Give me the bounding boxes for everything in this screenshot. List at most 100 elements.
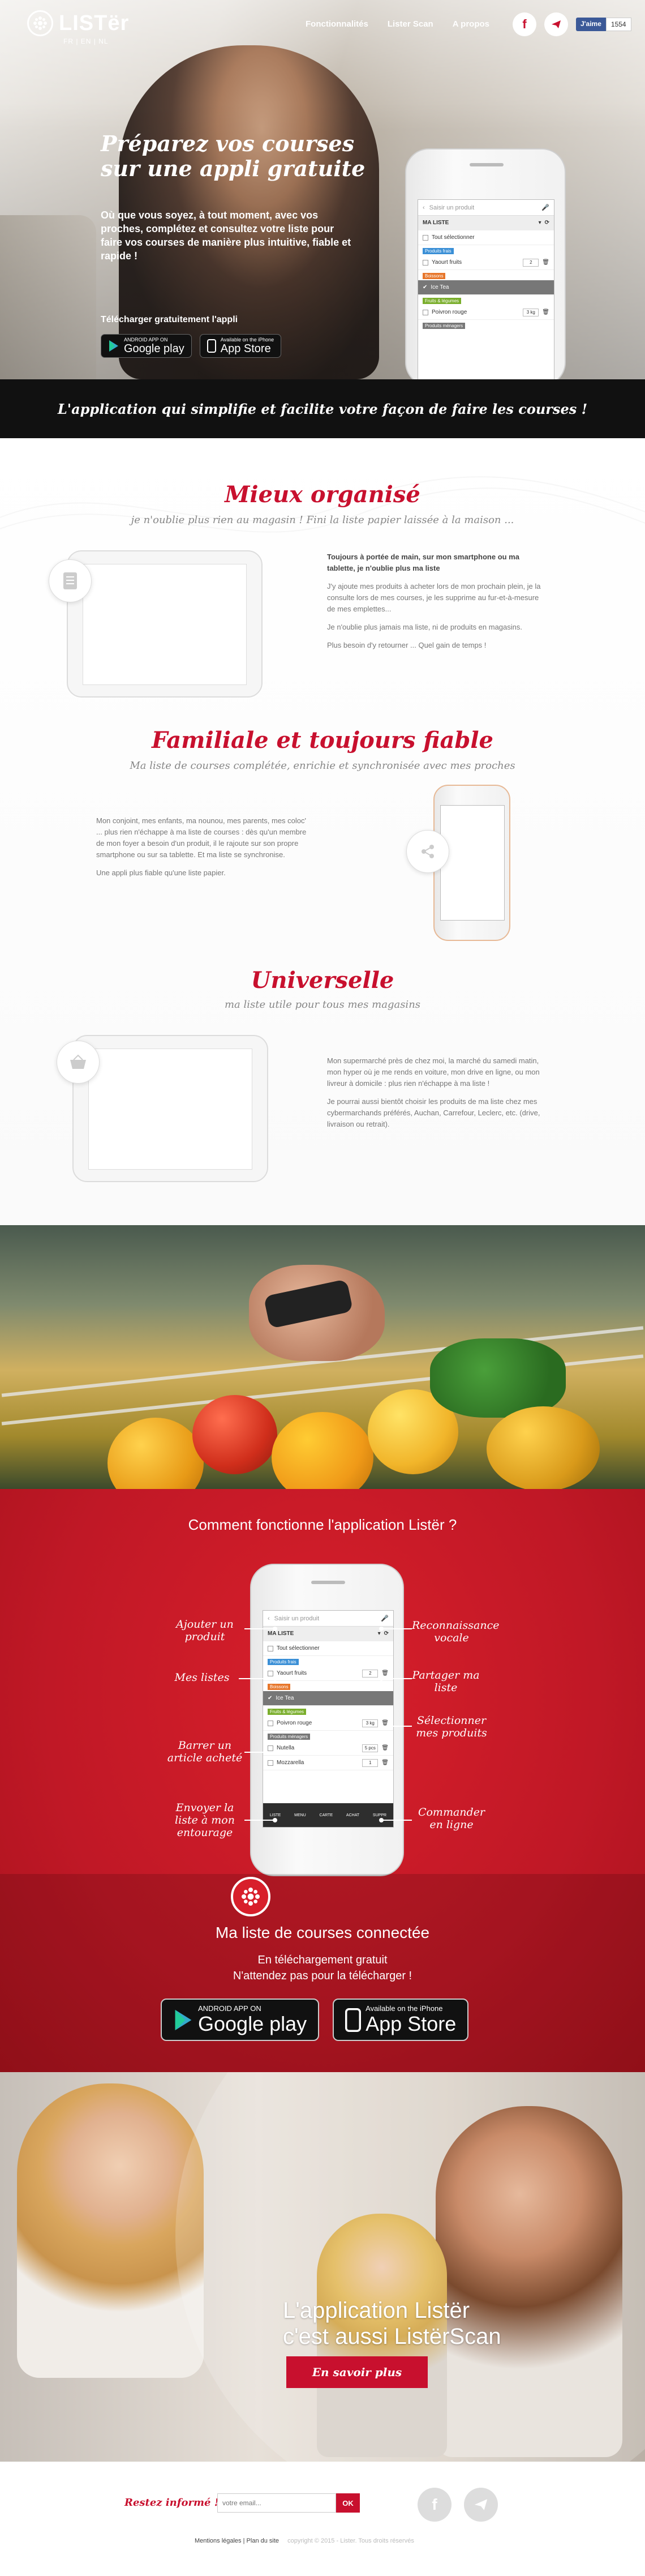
- logo[interactable]: LISTër: [27, 10, 129, 36]
- checkbox[interactable]: [423, 234, 428, 241]
- hero-section: LISTër FR | EN | NL Fonctionnalités List…: [0, 0, 645, 379]
- apple-big-text: App Store: [220, 343, 271, 355]
- category-cleaning: Produits ménagers: [423, 323, 466, 329]
- learn-more-button[interactable]: En savoir plus: [286, 2356, 428, 2388]
- nav-a-propos[interactable]: A propos: [453, 19, 489, 29]
- iphone-icon: [207, 339, 216, 353]
- footer: Restez informé ! OK f Mentions légales |…: [0, 2462, 645, 2556]
- microphone-icon[interactable]: 🎤: [541, 204, 549, 211]
- hero-app-screen: ‹ Saisir un produit 🎤 MA LISTE ▾ ⟳ Tout …: [418, 199, 554, 379]
- tab-carte[interactable]: CARTE: [320, 1813, 333, 1817]
- list-item[interactable]: Mozzarella 1 🗑: [263, 1756, 393, 1770]
- trash-icon[interactable]: 🗑: [381, 1760, 389, 1766]
- tab-suppr[interactable]: SUPPR: [373, 1813, 386, 1817]
- feature-title-organise: Mieux organisé: [225, 481, 420, 508]
- check-icon[interactable]: ✔: [268, 1695, 272, 1701]
- google-small-text: ANDROID APP ON: [198, 2004, 261, 2013]
- item-name: Mozzarella: [277, 1760, 304, 1766]
- list-item[interactable]: Poivron rouge 3 kg 🗑: [418, 305, 554, 320]
- trash-icon[interactable]: 🗑: [542, 309, 549, 315]
- feature-paragraph: J'y ajoute mes produits à acheter lors d…: [327, 582, 541, 613]
- nav-lister-scan[interactable]: Lister Scan: [388, 19, 433, 29]
- item-qty[interactable]: 3 kg: [523, 308, 539, 316]
- callout-barrer-article: Barrer un article acheté: [167, 1739, 243, 1764]
- item-qty[interactable]: 3 kg: [362, 1719, 379, 1727]
- list-item[interactable]: Yaourt fruits 2 🗑: [263, 1666, 393, 1681]
- google-play-button[interactable]: ANDROID APP ON Google play: [161, 1999, 320, 2041]
- callout-ajouter-produit: Ajouter un produit: [176, 1618, 234, 1643]
- item-qty[interactable]: 5 pcs: [362, 1744, 379, 1752]
- facebook-icon[interactable]: f: [418, 2488, 452, 2522]
- checkbox[interactable]: [268, 1760, 273, 1766]
- send-icon[interactable]: [464, 2488, 498, 2522]
- send-icon[interactable]: [544, 12, 568, 36]
- check-icon[interactable]: ✔: [423, 284, 427, 290]
- connected-sub-line: En téléchargement gratuit: [257, 1954, 388, 1966]
- connected-sub-line: N'attendez pas pour la télécharger !: [233, 1970, 412, 1982]
- newsletter-label: Restez informé !: [124, 2497, 219, 2509]
- newsletter-email-input[interactable]: [217, 2493, 336, 2513]
- trash-icon[interactable]: 🗑: [381, 1670, 389, 1676]
- logo-text: LISTër: [59, 11, 130, 35]
- google-play-button[interactable]: ANDROID APP ON Google play: [101, 334, 192, 358]
- app-list-selector[interactable]: MA LISTE ▾ ⟳: [263, 1627, 393, 1641]
- list-item[interactable]: ✔ Ice Tea: [418, 280, 554, 295]
- hero-text: Où que vous soyez, à tout moment, avec v…: [101, 209, 351, 262]
- list-item[interactable]: Yaourt fruits 2 🗑: [418, 255, 554, 270]
- feature-paragraph: Mon conjoint, mes enfants, ma nounou, me…: [96, 816, 307, 859]
- tab-menu[interactable]: MENU: [294, 1813, 306, 1817]
- newsletter-ok-button[interactable]: OK: [336, 2493, 360, 2513]
- sync-icon[interactable]: ⟳: [545, 220, 549, 226]
- app-search-bar[interactable]: ‹ Saisir un produit 🎤: [263, 1611, 393, 1627]
- item-qty[interactable]: 2: [362, 1669, 379, 1678]
- main-nav: Fonctionnalités Lister Scan A propos: [306, 19, 489, 29]
- category-fruits: Fruits & légumes: [423, 298, 462, 304]
- list-item[interactable]: Nutella 5 pcs 🗑: [263, 1741, 393, 1756]
- hero-title: Préparez vos courses sur une appli gratu…: [101, 131, 366, 181]
- listerscan-section: L'application Listër c'est aussi ListërS…: [0, 2072, 645, 2462]
- category-cleaning: Produits ménagers: [268, 1734, 311, 1740]
- facebook-icon[interactable]: f: [513, 12, 536, 36]
- tab-liste[interactable]: LISTE: [270, 1813, 281, 1817]
- list-item[interactable]: ✔ Ice Tea: [263, 1691, 393, 1706]
- nav-fonctionnalites[interactable]: Fonctionnalités: [306, 19, 368, 29]
- sitemap-link[interactable]: Plan du site: [247, 2538, 279, 2544]
- checkbox[interactable]: [268, 1670, 273, 1676]
- facebook-like-button[interactable]: J'aime 1554: [576, 18, 631, 31]
- select-all-row[interactable]: Tout sélectionner: [418, 230, 554, 245]
- language-switcher[interactable]: FR | EN | NL: [63, 37, 109, 45]
- legal-link[interactable]: Mentions légales: [195, 2538, 242, 2544]
- footer-links: Mentions légales | Plan du site copyrigh…: [195, 2538, 414, 2544]
- item-name: Ice Tea: [431, 284, 449, 290]
- checkbox[interactable]: [268, 1720, 273, 1726]
- item-qty[interactable]: 1: [362, 1758, 379, 1767]
- tablet-mockup: [72, 1035, 268, 1182]
- trash-icon[interactable]: 🗑: [381, 1745, 389, 1751]
- tab-achat[interactable]: ACHAT: [346, 1813, 359, 1817]
- checkbox[interactable]: [268, 1745, 273, 1751]
- app-search-bar[interactable]: ‹ Saisir un produit 🎤: [418, 200, 554, 216]
- app-list-name: MA LISTE: [268, 1631, 294, 1637]
- logo-mark-icon: [27, 10, 53, 36]
- app-store-button[interactable]: Available on the iPhone App Store: [333, 1999, 469, 2041]
- feature-subtitle-familiale: Ma liste de courses complétée, enrichie …: [130, 760, 515, 772]
- feature-title-familiale: Familiale et toujours fiable: [152, 727, 493, 754]
- app-list-selector[interactable]: MA LISTE ▾ ⟳: [418, 216, 554, 230]
- sync-icon[interactable]: ⟳: [384, 1631, 389, 1637]
- iphone-icon: [345, 2008, 362, 2032]
- trash-icon[interactable]: 🗑: [542, 259, 549, 266]
- microphone-icon[interactable]: 🎤: [381, 1615, 389, 1622]
- apple-big-text: App Store: [366, 2012, 457, 2035]
- shopping-cart-photo: [0, 1225, 645, 1489]
- app-store-button[interactable]: Available on the iPhone App Store: [199, 334, 282, 358]
- select-all-row[interactable]: Tout sélectionner: [263, 1641, 393, 1656]
- checkbox[interactable]: [423, 309, 428, 315]
- tagline-banner: L'application qui simplifie et facilite …: [0, 379, 645, 438]
- listerscan-title-line: c'est aussi ListërScan: [283, 2324, 501, 2349]
- item-qty[interactable]: 2: [523, 258, 539, 267]
- chevron-down-icon: ▾: [377, 1631, 381, 1637]
- category-fruits: Fruits & légumes: [268, 1709, 307, 1715]
- list-item[interactable]: Poivron rouge 3 kg 🗑: [263, 1716, 393, 1731]
- checkbox[interactable]: [268, 1645, 273, 1651]
- checkbox[interactable]: [423, 259, 428, 266]
